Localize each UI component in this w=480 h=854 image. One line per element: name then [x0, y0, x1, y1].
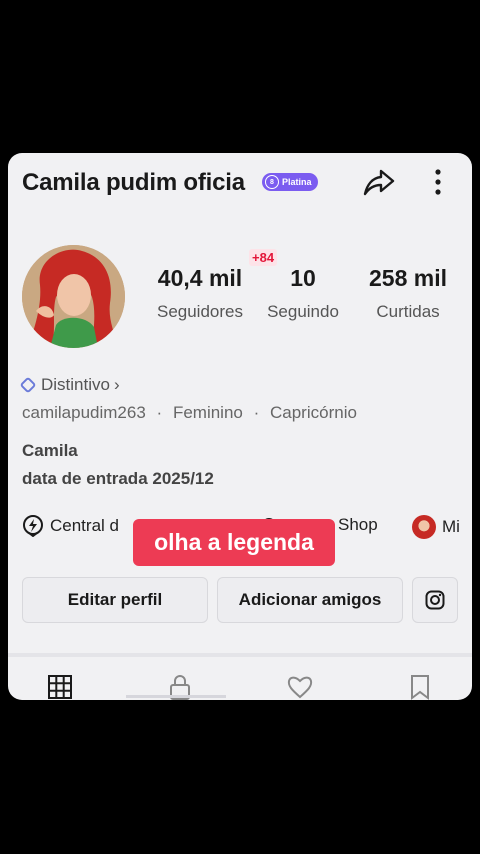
join-date: data de entrada 2025/12 — [22, 469, 214, 488]
add-friends-button[interactable]: Adicionar amigos — [217, 577, 403, 623]
mini-avatar — [412, 515, 436, 539]
distintivo-icon — [19, 376, 37, 394]
likes-count: 258 mil — [369, 265, 447, 291]
creator-center-label: Central d — [50, 516, 119, 535]
profile-meta: camilapudim263 · Feminino · Capricórnio — [22, 403, 357, 423]
likes-label: Curtidas — [376, 302, 440, 321]
distintivo-link[interactable]: Distintivo › — [19, 375, 120, 395]
mini-label: Mi — [442, 517, 460, 536]
lightning-icon — [23, 515, 43, 537]
heart-icon[interactable] — [286, 673, 314, 700]
platina-badge[interactable]: 8 Platina — [262, 173, 318, 191]
profile-header: Camila pudim oficia 8 Platina — [8, 153, 472, 213]
username: camilapudim263 — [22, 403, 146, 422]
following-label: Seguindo — [267, 302, 339, 321]
profile-card: Camila pudim oficia 8 Platina +84 40,4 m… — [8, 153, 472, 700]
followers-stat[interactable]: 40,4 mil Seguidores — [148, 265, 252, 322]
instagram-icon — [425, 590, 445, 610]
display-name: Camila pudim oficia — [22, 169, 245, 196]
section-divider — [8, 653, 472, 657]
badge-label: Platina — [282, 177, 312, 187]
group-icon: 8 — [265, 175, 279, 189]
meta-separator: · — [156, 403, 163, 422]
followers-count: 40,4 mil — [157, 265, 243, 291]
creator-center-link[interactable]: Central d — [22, 515, 119, 537]
video-caption: olha a legenda — [133, 519, 335, 566]
more-options-icon[interactable] — [424, 167, 452, 197]
bio-name: Camila — [22, 441, 78, 460]
likes-stat[interactable]: 258 mil Curtidas — [360, 265, 456, 322]
share-icon[interactable] — [362, 165, 396, 199]
grid-icon[interactable] — [46, 673, 74, 700]
bookmark-icon[interactable] — [406, 673, 434, 700]
gender: Feminino — [172, 403, 243, 422]
tab-indicator — [126, 695, 226, 698]
following-count: 10 — [290, 265, 316, 291]
shop-label: Shop — [338, 515, 378, 534]
distintivo-label: Distintivo — [41, 375, 110, 394]
instagram-button[interactable] — [412, 577, 458, 623]
zodiac-sign: Capricórnio — [270, 403, 357, 422]
chevron-right-icon: › — [113, 375, 120, 394]
avatar-image — [22, 245, 125, 348]
profile-tabs — [8, 665, 472, 700]
meta-separator: · — [253, 403, 260, 422]
edit-profile-button[interactable]: Editar perfil — [22, 577, 208, 623]
new-followers-badge: +84 — [249, 249, 278, 266]
followers-label: Seguidores — [156, 302, 243, 321]
profile-avatar[interactable] — [22, 245, 125, 348]
mini-link[interactable]: Mi — [412, 515, 460, 539]
following-stat[interactable]: 10 Seguindo — [260, 265, 346, 322]
